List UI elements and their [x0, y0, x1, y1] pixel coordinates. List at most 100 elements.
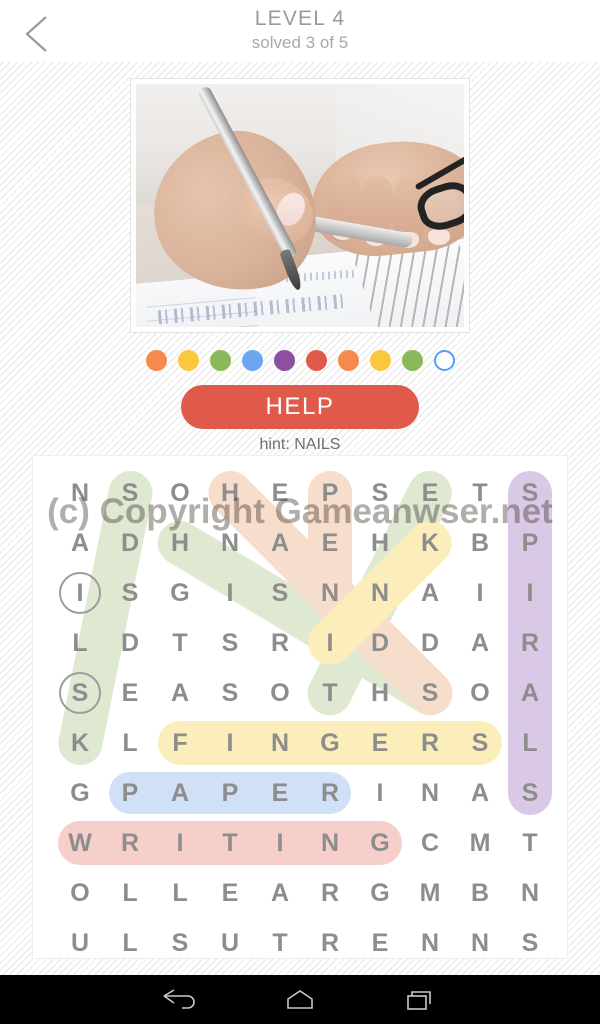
grid-cell-r6c7[interactable]: E [355, 718, 405, 768]
grid-cell-r10c6[interactable]: R [305, 918, 355, 968]
grid-cell-r9c9[interactable]: B [455, 868, 505, 918]
letter-grid[interactable]: NSOHEPSETSADHNAEHKBPISGISNNAIILDTSRIDDAR… [33, 456, 567, 958]
grid-cell-r3c2[interactable]: S [105, 568, 155, 618]
grid-cell-r10c2[interactable]: L [105, 918, 155, 968]
grid-cell-r1c1[interactable]: N [55, 468, 105, 518]
grid-cell-r7c10[interactable]: S [505, 768, 555, 818]
grid-cell-r1c7[interactable]: S [355, 468, 405, 518]
grid-cell-r2c3[interactable]: H [155, 518, 205, 568]
grid-cell-r1c4[interactable]: H [205, 468, 255, 518]
grid-cell-r4c7[interactable]: D [355, 618, 405, 668]
grid-cell-r1c3[interactable]: O [155, 468, 205, 518]
grid-cell-r7c2[interactable]: P [105, 768, 155, 818]
grid-cell-r6c1[interactable]: K [55, 718, 105, 768]
grid-cell-r3c5[interactable]: S [255, 568, 305, 618]
grid-cell-r10c8[interactable]: N [405, 918, 455, 968]
grid-cell-r6c10[interactable]: L [505, 718, 555, 768]
grid-cell-r2c4[interactable]: N [205, 518, 255, 568]
grid-cell-r5c1[interactable]: S [55, 668, 105, 718]
grid-cell-r6c5[interactable]: N [255, 718, 305, 768]
grid-cell-r9c6[interactable]: R [305, 868, 355, 918]
grid-cell-r8c4[interactable]: T [205, 818, 255, 868]
grid-cell-r3c10[interactable]: I [505, 568, 555, 618]
grid-cell-r8c2[interactable]: R [105, 818, 155, 868]
grid-cell-r7c3[interactable]: A [155, 768, 205, 818]
grid-cell-r5c7[interactable]: H [355, 668, 405, 718]
grid-cell-r2c6[interactable]: E [305, 518, 355, 568]
grid-cell-r4c1[interactable]: L [55, 618, 105, 668]
grid-cell-r4c9[interactable]: A [455, 618, 505, 668]
grid-cell-r1c2[interactable]: S [105, 468, 155, 518]
grid-cell-r10c3[interactable]: S [155, 918, 205, 968]
grid-cell-r8c10[interactable]: T [505, 818, 555, 868]
grid-cell-r6c8[interactable]: R [405, 718, 455, 768]
nav-recent-button[interactable] [360, 975, 480, 1024]
grid-cell-r9c8[interactable]: M [405, 868, 455, 918]
grid-cell-r8c1[interactable]: W [55, 818, 105, 868]
grid-cell-r10c4[interactable]: U [205, 918, 255, 968]
grid-cell-r1c8[interactable]: E [405, 468, 455, 518]
grid-cell-r3c7[interactable]: N [355, 568, 405, 618]
grid-cell-r2c8[interactable]: K [405, 518, 455, 568]
grid-cell-r7c7[interactable]: I [355, 768, 405, 818]
grid-cell-r9c10[interactable]: N [505, 868, 555, 918]
grid-cell-r2c9[interactable]: B [455, 518, 505, 568]
grid-cell-r5c5[interactable]: O [255, 668, 305, 718]
grid-cell-r3c9[interactable]: I [455, 568, 505, 618]
grid-cell-r8c7[interactable]: G [355, 818, 405, 868]
grid-cell-r4c3[interactable]: T [155, 618, 205, 668]
grid-cell-r10c9[interactable]: N [455, 918, 505, 968]
grid-cell-r3c3[interactable]: G [155, 568, 205, 618]
grid-cell-r9c4[interactable]: E [205, 868, 255, 918]
grid-cell-r8c9[interactable]: M [455, 818, 505, 868]
word-search-panel[interactable]: NSOHEPSETSADHNAEHKBPISGISNNAIILDTSRIDDAR… [33, 456, 567, 958]
help-button[interactable]: HELP [181, 385, 419, 429]
grid-cell-r9c2[interactable]: L [105, 868, 155, 918]
grid-cell-r9c5[interactable]: A [255, 868, 305, 918]
grid-cell-r6c3[interactable]: F [155, 718, 205, 768]
grid-cell-r9c3[interactable]: L [155, 868, 205, 918]
grid-cell-r2c2[interactable]: D [105, 518, 155, 568]
grid-cell-r4c8[interactable]: D [405, 618, 455, 668]
grid-cell-r8c3[interactable]: I [155, 818, 205, 868]
grid-cell-r6c6[interactable]: G [305, 718, 355, 768]
grid-cell-r1c6[interactable]: P [305, 468, 355, 518]
grid-cell-r2c5[interactable]: A [255, 518, 305, 568]
grid-cell-r10c5[interactable]: T [255, 918, 305, 968]
grid-cell-r2c1[interactable]: A [55, 518, 105, 568]
grid-cell-r4c4[interactable]: S [205, 618, 255, 668]
grid-cell-r5c4[interactable]: S [205, 668, 255, 718]
grid-cell-r1c9[interactable]: T [455, 468, 505, 518]
grid-cell-r2c10[interactable]: P [505, 518, 555, 568]
grid-cell-r3c1[interactable]: I [55, 568, 105, 618]
grid-cell-r5c10[interactable]: A [505, 668, 555, 718]
grid-cell-r5c9[interactable]: O [455, 668, 505, 718]
grid-cell-r7c5[interactable]: E [255, 768, 305, 818]
grid-cell-r9c7[interactable]: G [355, 868, 405, 918]
grid-cell-r10c1[interactable]: U [55, 918, 105, 968]
grid-cell-r6c9[interactable]: S [455, 718, 505, 768]
grid-cell-r8c5[interactable]: I [255, 818, 305, 868]
grid-cell-r5c8[interactable]: S [405, 668, 455, 718]
grid-cell-r7c4[interactable]: P [205, 768, 255, 818]
grid-cell-r7c6[interactable]: R [305, 768, 355, 818]
grid-cell-r8c8[interactable]: C [405, 818, 455, 868]
grid-cell-r10c7[interactable]: E [355, 918, 405, 968]
grid-cell-r8c6[interactable]: N [305, 818, 355, 868]
grid-cell-r6c4[interactable]: I [205, 718, 255, 768]
grid-cell-r6c2[interactable]: L [105, 718, 155, 768]
grid-cell-r4c2[interactable]: D [105, 618, 155, 668]
grid-cell-r3c8[interactable]: A [405, 568, 455, 618]
grid-cell-r3c6[interactable]: N [305, 568, 355, 618]
grid-cell-r5c6[interactable]: T [305, 668, 355, 718]
grid-cell-r9c1[interactable]: O [55, 868, 105, 918]
grid-cell-r7c9[interactable]: A [455, 768, 505, 818]
grid-cell-r4c6[interactable]: I [305, 618, 355, 668]
grid-cell-r2c7[interactable]: H [355, 518, 405, 568]
grid-cell-r3c4[interactable]: I [205, 568, 255, 618]
grid-cell-r1c10[interactable]: S [505, 468, 555, 518]
grid-cell-r1c5[interactable]: E [255, 468, 305, 518]
nav-home-button[interactable] [240, 975, 360, 1024]
grid-cell-r5c3[interactable]: A [155, 668, 205, 718]
grid-cell-r7c8[interactable]: N [405, 768, 455, 818]
